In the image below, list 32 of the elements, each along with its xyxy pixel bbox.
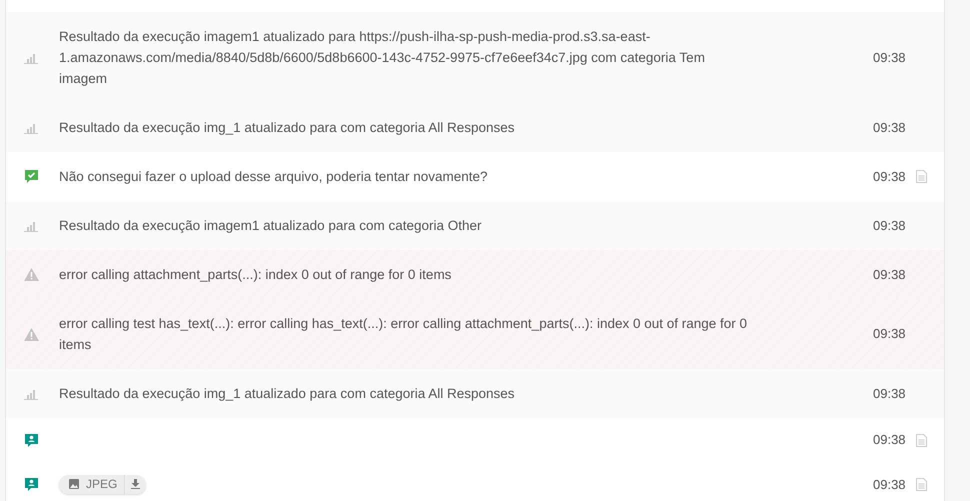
- message-text: Resultado da execução imagem1 atualizado para https://push-ilha-sp-push-media-prod.s3.sa-east-1.amazonaws.com/media/8840/5d8b/6600/5d8b6600-143c-4752-9975-cf7e6eef34c7.jpg com categoria Tem imagem: [59, 29, 705, 86]
- message-time: 09:38: [873, 48, 907, 67]
- document-icon[interactable]: [916, 478, 927, 491]
- attachment-label: JPEG: [85, 476, 118, 492]
- warning-icon: [24, 328, 39, 340]
- download-icon: [131, 479, 140, 489]
- image-icon: [69, 479, 79, 489]
- message-time: 09:38: [873, 216, 907, 235]
- message-time: 09:38: [873, 431, 907, 450]
- message-text: Resultado da execução imagem1 atualizado para com categoria Other: [59, 218, 482, 233]
- message-time: 09:38: [873, 266, 907, 284]
- chart-icon: [24, 122, 38, 134]
- document-icon[interactable]: [916, 170, 927, 183]
- message-text: error calling test has_text(...): error calling has_text(...): error calling attachment_parts(...): index 0 out of range for 0 items: [59, 316, 748, 352]
- message-time: 09:38: [873, 476, 907, 494]
- message-text: Não consegui fazer o upload desse arquivo, poderia tentar novamente?: [59, 169, 488, 184]
- person-message-icon: [24, 477, 39, 492]
- check-message-icon: [24, 169, 39, 184]
- message-text: Resultado da execução img_1 atualizado para com categoria All Responses: [59, 120, 515, 135]
- chart-icon: [24, 388, 38, 400]
- warning-icon: [24, 268, 39, 281]
- message-time: 09:38: [873, 118, 907, 137]
- chart-icon: [24, 52, 38, 64]
- message-time: 09:38: [873, 384, 907, 403]
- message-text: Resultado da execução img_1 atualizado para com categoria All Responses: [59, 386, 515, 401]
- attachment-chip[interactable]: JPEG: [59, 474, 146, 494]
- person-message-icon: [24, 432, 39, 448]
- chart-icon: [24, 220, 38, 232]
- message-time: 09:38: [873, 168, 907, 186]
- message-time: 09:38: [873, 325, 907, 344]
- message-text: error calling attachment_parts(...): index 0 out of range for 0 items: [59, 267, 452, 282]
- document-icon[interactable]: [916, 434, 927, 446]
